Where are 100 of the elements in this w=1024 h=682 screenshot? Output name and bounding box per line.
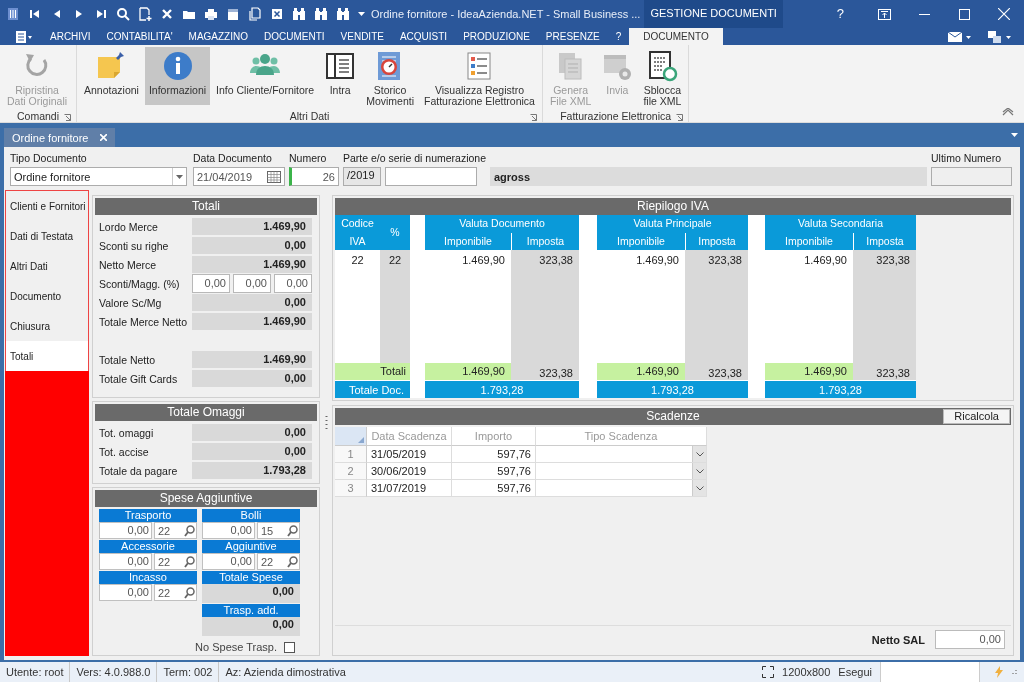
context-tab[interactable]: GESTIONE DOCUMENTI — [644, 0, 783, 28]
amount-field[interactable]: 0,00 — [99, 522, 152, 539]
sidebar-item[interactable]: Clienti e Fornitori — [6, 191, 88, 221]
ribbon-button[interactable]: Annotazioni — [80, 47, 143, 105]
amount-field[interactable]: 0,00 — [99, 553, 152, 570]
table-cell: 597,76 — [452, 446, 536, 463]
vat-code-field[interactable]: 22 — [154, 522, 197, 539]
document-tab[interactable]: Ordine fornitore — [4, 128, 116, 147]
dialog-launcher-icon[interactable] — [529, 114, 537, 121]
totals-label: Totali — [335, 363, 410, 380]
search-icon[interactable] — [287, 555, 298, 568]
chevron-icon[interactable] — [695, 468, 704, 474]
sidebar-item[interactable]: Documento — [6, 281, 88, 311]
total-cell: 1.793,28 — [597, 381, 748, 398]
menu-tab[interactable]: ACQUISTI — [391, 28, 456, 45]
resolution-text: 1200x800 — [782, 666, 831, 678]
field-label: Tipo Documento — [10, 152, 88, 165]
dropdown-field[interactable] — [536, 480, 707, 497]
group-label: Comandi — [17, 109, 60, 122]
ribbon-button[interactable]: Informazioni — [144, 47, 211, 105]
dropdown-field[interactable]: Ordine fornitore — [10, 167, 187, 186]
menu-tab[interactable]: ? — [607, 28, 630, 45]
maximize-icon[interactable] — [958, 8, 970, 20]
date-field[interactable]: 21/04/2019 — [193, 167, 285, 186]
search-icon[interactable] — [184, 555, 195, 568]
amount-field[interactable]: 0,00 — [202, 553, 255, 570]
windows-icon[interactable] — [988, 30, 1012, 43]
last-record-icon[interactable] — [94, 7, 108, 21]
percent-field[interactable]: 0,00 — [274, 274, 312, 293]
ribbon-button[interactable]: Storico Movimenti — [362, 47, 419, 109]
table-cell-text: 22 — [387, 254, 403, 268]
menu-tab[interactable]: ARCHIVI — [42, 28, 99, 45]
help-button[interactable]: ? — [816, 0, 864, 28]
ribbon-button[interactable]: Intra — [320, 47, 361, 105]
checkbox[interactable] — [284, 641, 295, 653]
sidebar-item[interactable]: Dati di Testata — [6, 221, 88, 251]
chevron-icon[interactable] — [695, 485, 704, 491]
dropdown-field[interactable] — [536, 463, 707, 480]
mail-icon[interactable] — [948, 31, 972, 42]
recalculate-button[interactable]: Ricalcola — [943, 409, 1010, 424]
vat-code-field[interactable]: 22 — [257, 553, 300, 570]
amount-field[interactable]: 0,00 — [935, 630, 1005, 649]
app-icon[interactable] — [6, 7, 20, 21]
sidebar-item[interactable]: Chiusura — [6, 311, 88, 341]
menu-tab[interactable]: DOCUMENTI — [256, 28, 333, 45]
vat-code-field[interactable]: 22 — [154, 584, 197, 601]
binoculars-icon[interactable] — [314, 7, 328, 21]
fullscreen-icon[interactable] — [762, 666, 775, 678]
amount-field[interactable]: 0,00 — [202, 522, 255, 539]
dropdown-field[interactable] — [536, 446, 707, 463]
caret-icon[interactable] — [1011, 133, 1018, 137]
ribbon-button[interactable]: Info Cliente/Fornitore — [212, 47, 319, 105]
percent-field[interactable]: 0,00 — [192, 274, 230, 293]
binoculars-icon[interactable] — [292, 7, 306, 21]
number-field[interactable]: 26 — [289, 167, 339, 186]
chevron-icon[interactable] — [695, 451, 704, 457]
menu-tab[interactable]: PRESENZE — [537, 28, 608, 45]
vat-code-field[interactable]: 15 — [257, 522, 300, 539]
close-icon[interactable] — [998, 8, 1010, 20]
sidebar-item[interactable]: Totali — [6, 341, 88, 371]
ribbon-button[interactable]: Sblocca file XML — [639, 47, 686, 109]
ribbon-button[interactable]: Visualizza Registro Fatturazione Elettronica — [420, 47, 539, 109]
total-cell: 323,38 — [685, 363, 748, 380]
dialog-launcher-icon[interactable] — [64, 114, 72, 121]
delete-icon[interactable] — [160, 7, 174, 21]
menu-tab[interactable]: PRODUZIONE — [455, 28, 538, 45]
search-icon[interactable] — [184, 586, 195, 599]
collapse-ribbon-icon[interactable] — [1002, 108, 1014, 116]
command-field[interactable] — [880, 662, 980, 682]
spreadsheet-icon[interactable] — [270, 7, 284, 21]
amount-field[interactable]: 0,00 — [99, 584, 152, 601]
vat-code-field[interactable]: 22 — [154, 553, 197, 570]
dialog-launcher-icon[interactable] — [676, 114, 684, 121]
series-field[interactable] — [385, 167, 477, 186]
document-menu-icon[interactable] — [16, 30, 32, 43]
close-icon[interactable] — [100, 134, 108, 141]
menu-tab[interactable]: MAGAZZINO — [180, 28, 256, 45]
menu-tab[interactable]: DOCUMENTO — [629, 28, 723, 45]
caret-icon[interactable] — [176, 174, 183, 179]
calendar-icon[interactable] — [226, 7, 240, 21]
printer-icon[interactable] — [204, 7, 218, 21]
menu-tab[interactable]: CONTABILITA' — [98, 28, 181, 45]
search-icon[interactable] — [116, 7, 130, 21]
ribbon-display-icon[interactable] — [877, 8, 891, 20]
calendar-icon[interactable] — [267, 170, 281, 183]
field-header: Incasso — [99, 571, 197, 584]
status-text: Term: 002 — [157, 662, 220, 682]
first-record-icon[interactable] — [28, 7, 42, 21]
sidebar-item[interactable]: Altri Dati — [6, 251, 88, 281]
minimize-icon[interactable] — [918, 13, 930, 15]
table-cell-text: 323,38 — [875, 254, 911, 268]
percent-field[interactable]: 0,00 — [233, 274, 271, 293]
new-document-icon[interactable] — [138, 7, 152, 21]
menu-tab[interactable]: VENDITE — [332, 28, 392, 45]
caret-icon[interactable] — [358, 12, 365, 16]
binoculars-icon[interactable] — [336, 7, 350, 21]
copy-icon[interactable] — [248, 7, 262, 21]
search-icon[interactable] — [287, 524, 298, 537]
search-icon[interactable] — [184, 524, 195, 537]
resize-grip-icon[interactable] — [1011, 669, 1017, 675]
